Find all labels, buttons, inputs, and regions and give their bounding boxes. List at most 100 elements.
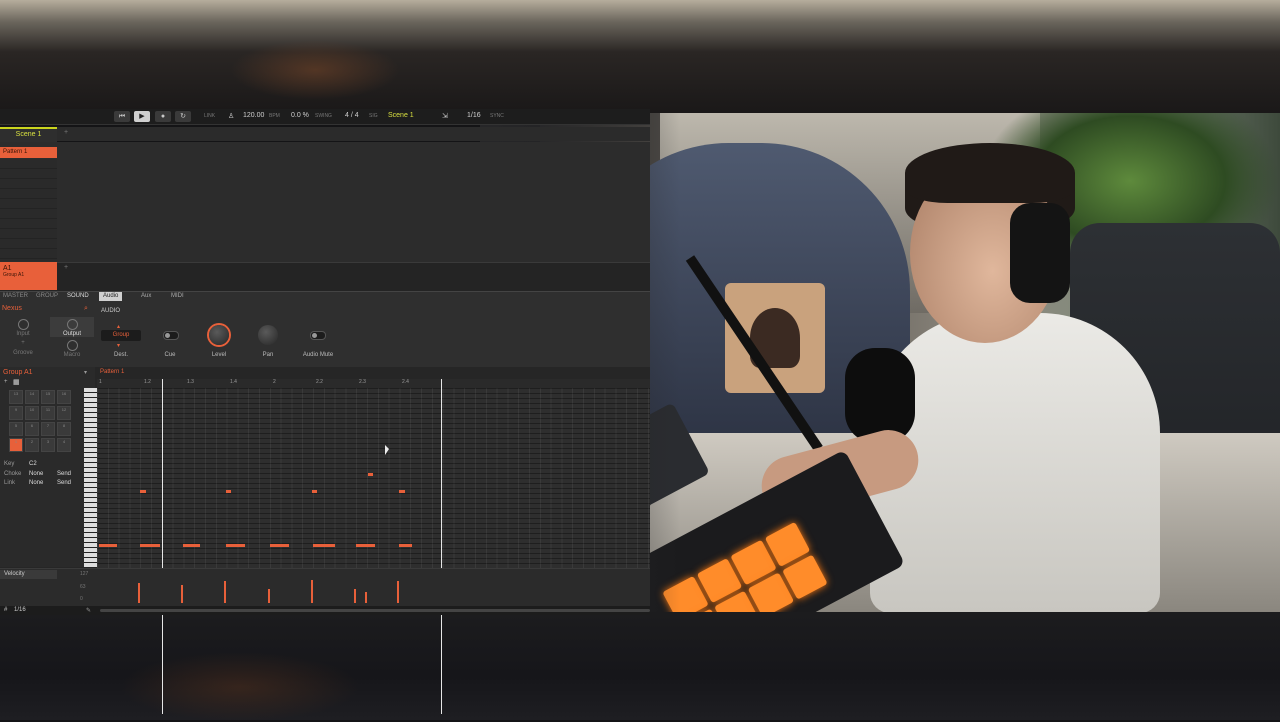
- follow-icon[interactable]: ⇲: [442, 112, 448, 120]
- prop-choke-send[interactable]: Send: [57, 471, 71, 477]
- nav-macro[interactable]: Macro: [50, 340, 94, 358]
- pad[interactable]: 10: [25, 406, 39, 420]
- editor-group-title[interactable]: Group A1: [3, 369, 33, 376]
- pad[interactable]: 14: [25, 390, 39, 404]
- piano-keys[interactable]: [84, 388, 97, 568]
- arranger: [0, 142, 650, 262]
- velocity-bar[interactable]: [365, 592, 367, 603]
- note[interactable]: [356, 544, 375, 547]
- level-knob[interactable]: [209, 325, 229, 345]
- tab-master[interactable]: MASTER: [3, 293, 28, 299]
- tab-sound[interactable]: SOUND: [67, 293, 89, 299]
- grid-value[interactable]: 1/16: [467, 112, 481, 119]
- play-button[interactable]: ▶: [134, 111, 150, 122]
- add-group-button[interactable]: +: [64, 264, 68, 271]
- velocity-bar[interactable]: [397, 581, 399, 603]
- dest-label: Dest.: [113, 352, 128, 358]
- pad[interactable]: 15: [41, 390, 55, 404]
- note[interactable]: [270, 544, 289, 547]
- note[interactable]: [226, 490, 231, 493]
- velocity-bar[interactable]: [311, 580, 313, 603]
- cue-toggle[interactable]: [163, 331, 179, 340]
- editor-pattern-label[interactable]: Pattern 1: [100, 369, 124, 375]
- chevron-down-icon[interactable]: ▾: [117, 342, 120, 349]
- link-label[interactable]: LINK: [204, 113, 215, 119]
- add-scene-button[interactable]: +: [64, 129, 68, 136]
- grid-resolution[interactable]: 1/16: [14, 607, 26, 613]
- pad[interactable]: 6: [25, 422, 39, 436]
- pad[interactable]: 11: [41, 406, 55, 420]
- tempo-value[interactable]: 120.00: [243, 112, 264, 119]
- prop-link-send[interactable]: Send: [57, 480, 71, 486]
- metronome-icon[interactable]: ♙: [228, 112, 234, 120]
- velocity-panel[interactable]: [0, 568, 650, 607]
- record-button[interactable]: ●: [155, 111, 171, 122]
- velocity-bar[interactable]: [138, 583, 140, 603]
- nav-output[interactable]: Output: [50, 317, 94, 337]
- pad[interactable]: 7: [41, 422, 55, 436]
- horizontal-scrollbar[interactable]: [100, 609, 650, 612]
- restart-button[interactable]: ⏮: [114, 111, 130, 122]
- search-icon[interactable]: ⌕: [84, 305, 88, 313]
- note[interactable]: [313, 544, 335, 547]
- pad[interactable]: 5: [9, 422, 23, 436]
- note[interactable]: [368, 473, 373, 476]
- pattern-slot[interactable]: Pattern 1: [0, 147, 57, 158]
- velocity-bar[interactable]: [268, 589, 270, 603]
- scene-tab[interactable]: Scene 1: [0, 127, 57, 143]
- velocity-label[interactable]: Velocity: [0, 570, 57, 579]
- chevron-up-icon[interactable]: ▴: [117, 323, 120, 330]
- sound-name[interactable]: Nexus: [2, 305, 22, 312]
- tab-group[interactable]: GROUP: [36, 293, 58, 299]
- group-strip: [0, 262, 650, 291]
- tab-midi[interactable]: MIDI: [167, 292, 188, 301]
- pad-selected[interactable]: 1: [9, 438, 23, 452]
- note[interactable]: [140, 544, 160, 547]
- note[interactable]: [399, 490, 405, 493]
- grid-icon[interactable]: #: [4, 607, 7, 613]
- pad[interactable]: 2: [25, 438, 39, 452]
- velocity-bar[interactable]: [181, 585, 183, 603]
- note[interactable]: [183, 544, 200, 547]
- prop-choke-value[interactable]: None: [29, 471, 43, 477]
- note[interactable]: [226, 544, 245, 547]
- velocity-bar[interactable]: [224, 581, 226, 603]
- swing-value[interactable]: 0.0 %: [291, 112, 309, 119]
- pad[interactable]: 9: [9, 406, 23, 420]
- pencil-icon[interactable]: ✎: [86, 607, 91, 614]
- pad[interactable]: 3: [41, 438, 55, 452]
- cue-label: Cue: [164, 352, 176, 358]
- pad-grid-icon[interactable]: ▦: [13, 378, 20, 386]
- pad[interactable]: 16: [57, 390, 71, 404]
- note[interactable]: [99, 544, 117, 547]
- prop-key-value[interactable]: C2: [29, 461, 37, 467]
- loop-end-marker[interactable]: [441, 379, 442, 714]
- prop-link-value[interactable]: None: [29, 480, 43, 486]
- nav-input[interactable]: Input: [1, 319, 45, 337]
- tab-aux[interactable]: Aux: [137, 292, 155, 301]
- section-label: AUDIO: [101, 308, 121, 314]
- loop-button[interactable]: ↻: [175, 111, 191, 122]
- audio-mute-toggle[interactable]: [310, 331, 326, 340]
- velocity-bar[interactable]: [354, 589, 356, 603]
- pad[interactable]: 12: [57, 406, 71, 420]
- pad[interactable]: 4: [57, 438, 71, 452]
- timeline-ruler[interactable]: 1 1.2 1.3 1.4 2 2.2 2.3 2.4: [97, 379, 650, 388]
- signature-value[interactable]: 4 / 4: [345, 112, 359, 119]
- note-grid[interactable]: [97, 388, 650, 568]
- nav-groove[interactable]: + Groove: [1, 340, 45, 356]
- ruler-mark: 2.2: [316, 379, 323, 385]
- note[interactable]: [140, 490, 146, 493]
- pad[interactable]: 8: [57, 422, 71, 436]
- note[interactable]: [399, 544, 412, 547]
- group-menu-icon[interactable]: ▾: [84, 369, 87, 376]
- note[interactable]: [312, 490, 317, 493]
- dest-selector[interactable]: Group: [101, 330, 141, 341]
- tab-audio[interactable]: Audio: [99, 292, 123, 301]
- scene-display[interactable]: Scene 1: [388, 112, 414, 119]
- group-tab[interactable]: A1 Group A1: [0, 262, 57, 290]
- pad[interactable]: 13: [9, 390, 23, 404]
- pan-knob[interactable]: [258, 325, 278, 345]
- sync-label[interactable]: SYNC: [490, 113, 504, 119]
- add-icon[interactable]: +: [4, 379, 8, 385]
